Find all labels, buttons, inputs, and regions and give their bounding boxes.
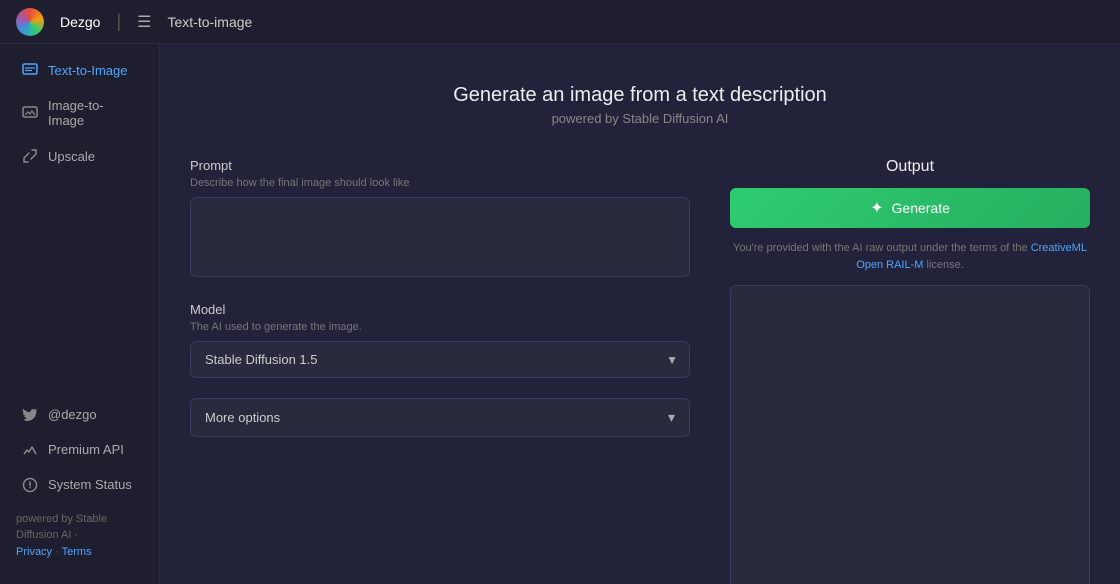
sidebar-item-label: Upscale [48, 149, 95, 164]
app-logo [16, 8, 44, 36]
prompt-textarea[interactable] [190, 197, 690, 277]
sidebar-item-label: System Status [48, 477, 132, 492]
hamburger-icon[interactable]: ☰ [137, 12, 151, 32]
header-page-title: Text-to-image [168, 14, 253, 30]
model-select-wrapper: Stable Diffusion 1.5 Stable Diffusion 2.… [190, 341, 690, 378]
model-select[interactable]: Stable Diffusion 1.5 Stable Diffusion 2.… [190, 341, 690, 378]
sidebar-item-upscale[interactable]: Upscale [6, 139, 153, 173]
license-text: You're provided with the AI raw output u… [730, 240, 1090, 273]
sidebar-bottom: @dezgo Premium API Syste [0, 389, 159, 577]
sidebar-item-label: Text-to-Image [48, 63, 127, 78]
left-panel: Prompt Describe how the final image shou… [190, 158, 690, 584]
header: Dezgo | ☰ Text-to-image [0, 0, 1120, 44]
model-sublabel: The AI used to generate the image. [190, 321, 690, 333]
generate-button-label: Generate [892, 200, 950, 216]
generate-icon: ✦ [870, 198, 883, 218]
sidebar-item-premium-api[interactable]: Premium API [6, 433, 153, 467]
powered-by-text: powered by Stable Diffusion AI · [16, 513, 107, 542]
output-title: Output [730, 158, 1090, 176]
output-canvas [730, 285, 1090, 584]
expand-icon: ▾ [668, 409, 675, 426]
sidebar: Text-to-Image Image-to-Image Upscale [0, 44, 160, 584]
page-heading: Generate an image from a text descriptio… [453, 84, 827, 107]
sidebar-footer: powered by Stable Diffusion AI · Privacy… [0, 503, 159, 569]
page-subheading: powered by Stable Diffusion AI [552, 111, 729, 126]
text-to-image-icon [22, 62, 38, 78]
prompt-label: Prompt [190, 158, 690, 173]
sidebar-item-label: @dezgo [48, 407, 97, 422]
license-prefix: You're provided with the AI raw output u… [733, 242, 1028, 254]
sidebar-item-label: Premium API [48, 442, 124, 457]
more-options-toggle[interactable]: More options ▾ [190, 398, 690, 437]
model-field: Model The AI used to generate the image.… [190, 302, 690, 378]
more-options-label: More options [205, 410, 280, 425]
system-status-icon [22, 477, 38, 493]
model-label: Model [190, 302, 690, 317]
license-suffix: license. [927, 259, 964, 271]
sidebar-item-label: Image-to-Image [48, 98, 137, 128]
sidebar-item-text-to-image[interactable]: Text-to-Image [6, 53, 153, 87]
header-divider: | [116, 11, 121, 32]
content-area: Prompt Describe how the final image shou… [190, 158, 1090, 584]
twitter-icon [22, 407, 38, 423]
right-panel: Output ✦ Generate You're provided with t… [730, 158, 1090, 584]
privacy-link[interactable]: Privacy [16, 546, 52, 558]
image-to-image-icon [22, 105, 38, 121]
prompt-field: Prompt Describe how the final image shou… [190, 158, 690, 282]
sidebar-item-twitter[interactable]: @dezgo [6, 398, 153, 432]
premium-api-icon [22, 442, 38, 458]
sidebar-item-image-to-image[interactable]: Image-to-Image [6, 89, 153, 137]
terms-link[interactable]: Terms [62, 546, 92, 558]
main-content: Generate an image from a text descriptio… [160, 44, 1120, 584]
upscale-icon [22, 148, 38, 164]
prompt-sublabel: Describe how the final image should look… [190, 177, 690, 189]
generate-button[interactable]: ✦ Generate [730, 188, 1090, 228]
app-name: Dezgo [60, 14, 100, 30]
layout: Text-to-Image Image-to-Image Upscale [0, 44, 1120, 584]
sidebar-item-system-status[interactable]: System Status [6, 468, 153, 502]
